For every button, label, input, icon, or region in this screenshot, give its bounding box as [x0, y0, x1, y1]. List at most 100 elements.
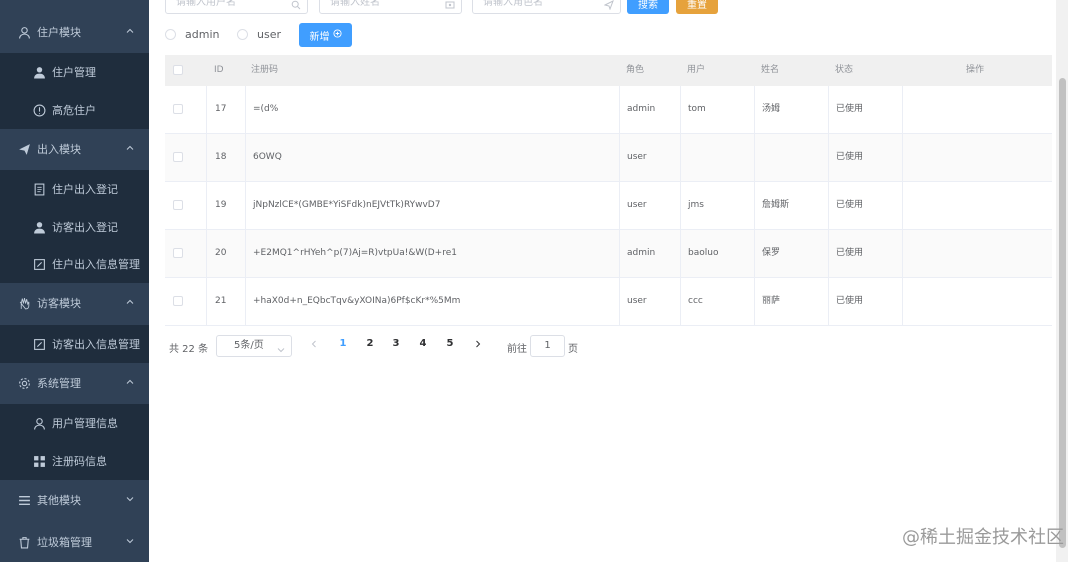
row-checkbox[interactable] [173, 248, 183, 258]
sidebar-item-label: 访客出入登记 [52, 221, 118, 234]
column-divider [619, 230, 620, 277]
sidebar-group-resident[interactable]: 住户模块 [0, 13, 149, 51]
row-checkbox[interactable] [173, 296, 183, 306]
sidebar-group-access[interactable]: 出入模块 [0, 130, 149, 168]
username-search-input[interactable]: 请输入用户名 [165, 0, 308, 14]
chevron-down-icon [125, 536, 135, 546]
row-checkbox[interactable] [173, 104, 183, 114]
send-icon [603, 0, 614, 11]
column-divider [206, 278, 207, 325]
grid-icon [33, 455, 46, 468]
sidebar-item-resident-manage[interactable]: 住户管理 [0, 53, 149, 91]
sidebar-item-label: 用户管理信息 [52, 417, 118, 430]
sidebar-item-visitor-access-info[interactable]: 访客出入信息管理 [0, 325, 149, 363]
cell-status: 已使用 [836, 104, 864, 114]
column-divider [828, 134, 829, 181]
page-3-button[interactable]: 3 [388, 338, 404, 349]
prev-page-button[interactable] [308, 340, 320, 351]
sidebar-item-resident-access-register[interactable]: 住户出入登记 [0, 170, 149, 208]
next-page-button[interactable] [472, 340, 484, 351]
column-divider [680, 230, 681, 277]
role-placeholder: 请输入角色名 [483, 0, 543, 8]
person-icon [33, 66, 46, 79]
column-divider [902, 134, 903, 181]
page-size-select[interactable]: 5条/页 [216, 335, 292, 357]
trash-icon [18, 536, 31, 549]
add-button[interactable]: 新增 [299, 23, 352, 47]
sidebar-item-resident-access-info[interactable]: 住户出入信息管理 [0, 245, 149, 283]
goto-page-input[interactable]: 1 [530, 335, 565, 357]
cell-name: 詹姆斯 [762, 200, 790, 210]
sidebar-item-label: 住户管理 [52, 66, 96, 79]
cell-role: user [627, 200, 647, 210]
column-header-id: ID [214, 65, 224, 75]
goto-label: 前往 [507, 344, 527, 355]
table-row[interactable]: 19 jNpNzlCE*(GMBE*YiSFdk)nEJVtTk)RYwvD7 … [165, 182, 1052, 230]
menu-icon [18, 494, 31, 507]
column-divider [902, 182, 903, 229]
gear-icon [18, 377, 31, 390]
cell-user: jms [688, 200, 704, 210]
vertical-scrollbar[interactable] [1056, 0, 1068, 562]
sidebar-group-system[interactable]: 系统管理 [0, 364, 149, 402]
radio-circle [165, 29, 176, 40]
page-5-button[interactable]: 5 [442, 338, 458, 349]
column-divider [754, 230, 755, 277]
scrollbar-thumb[interactable] [1059, 78, 1066, 548]
column-divider [206, 86, 207, 133]
cell-name: 保罗 [762, 248, 781, 258]
row-checkbox[interactable] [173, 152, 183, 162]
sidebar-item-high-risk[interactable]: 高危住户 [0, 91, 149, 129]
name-search-input[interactable]: 请输入姓名 [319, 0, 462, 14]
cell-role: user [627, 296, 647, 306]
app-root: 住户模块 住户管理 高危住户 出入模块 住户出入登记 访客出入登记 住户出入信息… [0, 0, 1080, 562]
page-4-button[interactable]: 4 [415, 338, 431, 349]
sidebar-item-user-manage[interactable]: 用户管理信息 [0, 404, 149, 442]
select-all-checkbox[interactable] [173, 65, 183, 75]
sidebar-item-visitor-access-register[interactable]: 访客出入登记 [0, 208, 149, 246]
column-divider [206, 230, 207, 277]
table-row[interactable]: 21 +haX0d+n_EQbcTqv&yXOINa)6Pf$cKr*%5Mm … [165, 278, 1052, 326]
sidebar-item-register-code[interactable]: 注册码信息 [0, 442, 149, 480]
sidebar-group-visitor[interactable]: 访客模块 [0, 284, 149, 322]
column-header-name: 姓名 [761, 65, 780, 75]
column-header-status: 状态 [835, 65, 854, 75]
row-checkbox[interactable] [173, 200, 183, 210]
page-2-button[interactable]: 2 [362, 338, 378, 349]
radio-admin-label: admin [185, 28, 220, 41]
search-button[interactable]: 搜索 [627, 0, 669, 14]
add-button-label: 新增 [309, 31, 330, 43]
cell-id: 18 [215, 152, 227, 162]
chevron-up-icon [125, 143, 135, 153]
column-divider [902, 86, 903, 133]
column-divider [245, 134, 246, 181]
cell-code: jNpNzlCE*(GMBE*YiSFdk)nEJVtTk)RYwvD7 [253, 200, 441, 210]
cell-status: 已使用 [836, 200, 864, 210]
column-header-user: 用户 [687, 65, 706, 75]
page-1-button[interactable]: 1 [335, 338, 351, 349]
sidebar-group-other[interactable]: 其他模块 [0, 481, 149, 519]
column-divider [902, 230, 903, 277]
column-divider [680, 86, 681, 133]
table-row[interactable]: 18 6OWQ user 已使用 [165, 134, 1052, 182]
document-icon [33, 183, 46, 196]
cell-id: 21 [215, 296, 227, 306]
sidebar-item-label: 访客出入信息管理 [52, 338, 140, 351]
radio-user[interactable]: user [237, 28, 281, 41]
column-divider [206, 182, 207, 229]
column-divider [245, 278, 246, 325]
sidebar-group-trash[interactable]: 垃圾箱管理 [0, 523, 149, 561]
table-row[interactable]: 17 =(d% admin tom 汤姆 已使用 [165, 86, 1052, 134]
plus-circle-icon [332, 29, 342, 41]
radio-admin[interactable]: admin [165, 28, 219, 41]
paper-plane-icon [18, 143, 31, 156]
column-divider [206, 134, 207, 181]
column-divider [680, 182, 681, 229]
column-header-role: 角色 [626, 65, 645, 75]
chevron-up-icon [125, 377, 135, 387]
table-row[interactable]: 20 +E2MQ1^rHYeh^p(7)Aj=R)vtpUa!&W(D+re1 … [165, 230, 1052, 278]
reset-button[interactable]: 重置 [676, 0, 718, 14]
role-search-input[interactable]: 请输入角色名 [472, 0, 621, 14]
column-divider [828, 278, 829, 325]
chevron-down-icon [277, 342, 285, 353]
